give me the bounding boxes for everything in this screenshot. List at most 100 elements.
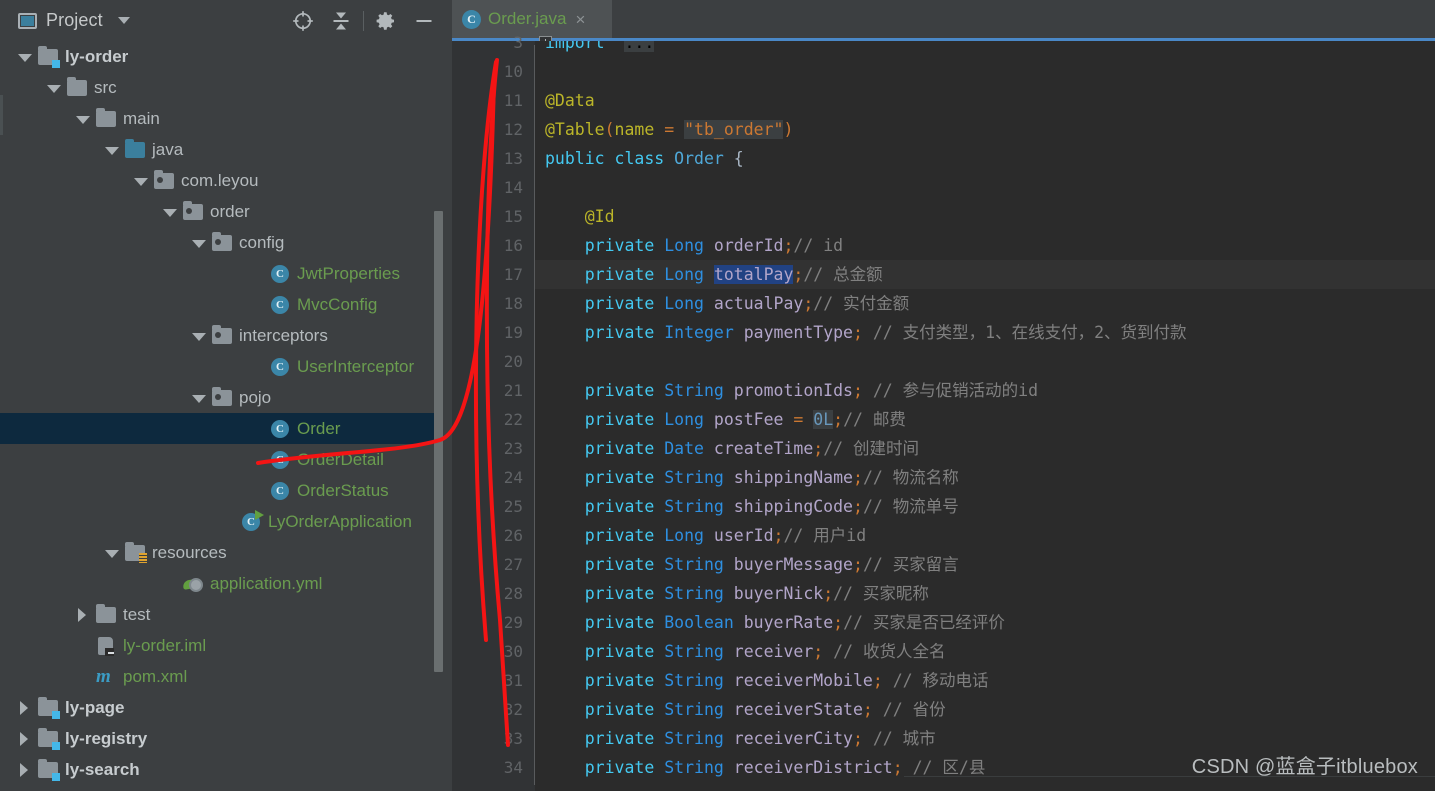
tree-item-ly-page[interactable]: ly-page bbox=[0, 692, 452, 723]
chevron-down-icon[interactable] bbox=[117, 17, 130, 24]
chevron-down-icon[interactable] bbox=[134, 174, 148, 188]
chevron-down-icon[interactable] bbox=[76, 112, 90, 126]
tree-item-orderstatus[interactable]: C OrderStatus bbox=[0, 475, 452, 506]
chevron-down-icon[interactable] bbox=[163, 205, 177, 219]
collapse-all-icon[interactable] bbox=[322, 0, 360, 41]
line-number: 30 bbox=[503, 642, 523, 661]
maven-icon-wrap: m bbox=[96, 667, 116, 687]
tree-item-pojo[interactable]: pojo bbox=[0, 382, 452, 413]
chevron-right-icon[interactable] bbox=[76, 607, 90, 622]
chevron-down-icon[interactable] bbox=[192, 391, 206, 405]
tree-item-ly-registry[interactable]: ly-registry bbox=[0, 723, 452, 754]
line-number: 25 bbox=[503, 497, 523, 516]
project-scrollbar-thumb[interactable] bbox=[434, 211, 443, 672]
tree-item-label: ly-registry bbox=[65, 729, 148, 748]
chevron-down-icon[interactable] bbox=[105, 143, 119, 157]
code-token: buyerMessage bbox=[733, 555, 853, 574]
editor-gutter[interactable]: 3 10 11 12 13 14 15 16 17 18 19 20 21 22 23 24 25 26 27 28 2… bbox=[452, 33, 535, 791]
code-line[interactable]: private String receiverMobile; // 移动电话 bbox=[545, 666, 989, 695]
tree-item-jwtproperties[interactable]: C JwtProperties bbox=[0, 258, 452, 289]
code-line[interactable]: public class Order { bbox=[545, 144, 744, 173]
code-line[interactable]: private Long actualPay;// 实付金额 bbox=[545, 289, 909, 318]
package-icon bbox=[183, 201, 203, 220]
tree-item-order[interactable]: order bbox=[0, 196, 452, 227]
tree-item-lyorderapplication[interactable]: C LyOrderApplication bbox=[0, 506, 452, 537]
chevron-right-icon[interactable] bbox=[18, 762, 32, 777]
tree-item-com-leyou[interactable]: com.leyou bbox=[0, 165, 452, 196]
tree-item-ly-order[interactable]: ly-order bbox=[0, 41, 452, 72]
code-line[interactable]: private String receiver; // 收货人全名 bbox=[545, 637, 946, 666]
tree-item-resources[interactable]: resources bbox=[0, 537, 452, 568]
settings-gear-icon[interactable] bbox=[367, 0, 405, 41]
locate-icon[interactable] bbox=[284, 0, 322, 41]
code-token: ; bbox=[833, 613, 844, 632]
code-line[interactable]: private Boolean buyerRate;// 买家是否已经评价 bbox=[545, 608, 1005, 637]
code-token: Boolean bbox=[664, 613, 734, 632]
project-tree[interactable]: ly-order src main java com.leyou order config C… bbox=[0, 41, 452, 791]
tree-item-mvcconfig[interactable]: C MvcConfig bbox=[0, 289, 452, 320]
code-token: ; bbox=[853, 497, 863, 516]
code-line[interactable]: private String buyerMessage;// 买家留言 bbox=[545, 550, 959, 579]
minimize-icon[interactable] bbox=[405, 0, 443, 41]
code-line[interactable]: private Integer paymentType; // 支付类型，1、在… bbox=[545, 318, 1187, 347]
module-folder-icon-wrap bbox=[38, 46, 60, 68]
code-token: class bbox=[614, 149, 665, 168]
tree-item-src[interactable]: src bbox=[0, 72, 452, 103]
tree-item-label: OrderDetail bbox=[297, 450, 384, 469]
code-line[interactable]: private String receiverDistrict; // 区/县 bbox=[545, 753, 986, 782]
tree-item-pom-xml[interactable]: m pom.xml bbox=[0, 661, 452, 692]
chevron-down-icon[interactable] bbox=[18, 50, 32, 64]
tree-item-main[interactable]: main bbox=[0, 103, 452, 134]
chevron-down-icon[interactable] bbox=[192, 236, 206, 250]
code-line[interactable]: private String shippingName;// 物流名称 bbox=[545, 463, 959, 492]
code-line[interactable]: private Long orderId;// id bbox=[545, 231, 843, 260]
code-token: private bbox=[584, 526, 655, 545]
code-line[interactable]: private Long userId;// 用户id bbox=[545, 521, 866, 550]
code-line[interactable]: @Id bbox=[545, 202, 615, 231]
tree-item-java[interactable]: java bbox=[0, 134, 452, 165]
code-line[interactable]: private String buyerNick;// 买家昵称 bbox=[545, 579, 929, 608]
chevron-right-icon[interactable] bbox=[18, 700, 32, 715]
code-content[interactable]: import ... @Data @Table(name = "tb_order")… bbox=[535, 41, 1435, 791]
code-line[interactable]: private Date createTime;// 创建时间 bbox=[545, 434, 919, 463]
code-line[interactable]: private String receiverCity; // 城市 bbox=[545, 724, 936, 753]
tree-item-order[interactable]: C Order bbox=[0, 413, 452, 444]
chevron-down-icon[interactable] bbox=[105, 546, 119, 560]
code-token: private bbox=[584, 468, 655, 487]
project-title-group[interactable]: Project bbox=[18, 10, 130, 31]
tree-item-label: main bbox=[123, 109, 160, 128]
code-token: private bbox=[584, 729, 655, 748]
code-line[interactable]: @Table(name = "tb_order") bbox=[545, 115, 793, 144]
code-line[interactable]: private Long postFee = 0L;// 邮费 bbox=[545, 405, 906, 434]
code-line[interactable]: private Long totalPay;// 总金额 bbox=[545, 260, 883, 289]
code-line[interactable]: private String receiverState; // 省份 bbox=[545, 695, 946, 724]
code-token: = bbox=[793, 410, 804, 429]
tree-item-application-yml[interactable]: application.yml bbox=[0, 568, 452, 599]
tree-item-orderdetail[interactable]: C OrderDetail bbox=[0, 444, 452, 475]
code-line[interactable]: @Data bbox=[545, 86, 595, 115]
module-folder-icon bbox=[38, 46, 60, 68]
code-token: private bbox=[584, 439, 655, 458]
chevron-down-icon[interactable] bbox=[47, 81, 61, 95]
java-runnable-class-icon: C bbox=[242, 510, 264, 531]
chevron-down-icon[interactable] bbox=[192, 329, 206, 343]
code-line[interactable]: import ... bbox=[545, 41, 655, 57]
chevron-right-icon[interactable] bbox=[18, 731, 32, 746]
code-line[interactable]: private String promotionIds; // 参与促销活动的i… bbox=[545, 376, 1038, 405]
close-icon[interactable]: × bbox=[575, 11, 585, 28]
tree-item-test[interactable]: test bbox=[0, 599, 452, 630]
code-line[interactable]: private String shippingCode;// 物流单号 bbox=[545, 492, 959, 521]
tree-item-userinterceptor[interactable]: C UserInterceptor bbox=[0, 351, 452, 382]
tree-item-ly-search[interactable]: ly-search bbox=[0, 754, 452, 785]
tree-item-ly-order-iml[interactable]: ly-order.iml bbox=[0, 630, 452, 661]
line-number: 19 bbox=[503, 323, 523, 342]
tree-item-interceptors[interactable]: interceptors bbox=[0, 320, 452, 351]
tree-item-config[interactable]: config bbox=[0, 227, 452, 258]
line-number: 21 bbox=[503, 381, 523, 400]
